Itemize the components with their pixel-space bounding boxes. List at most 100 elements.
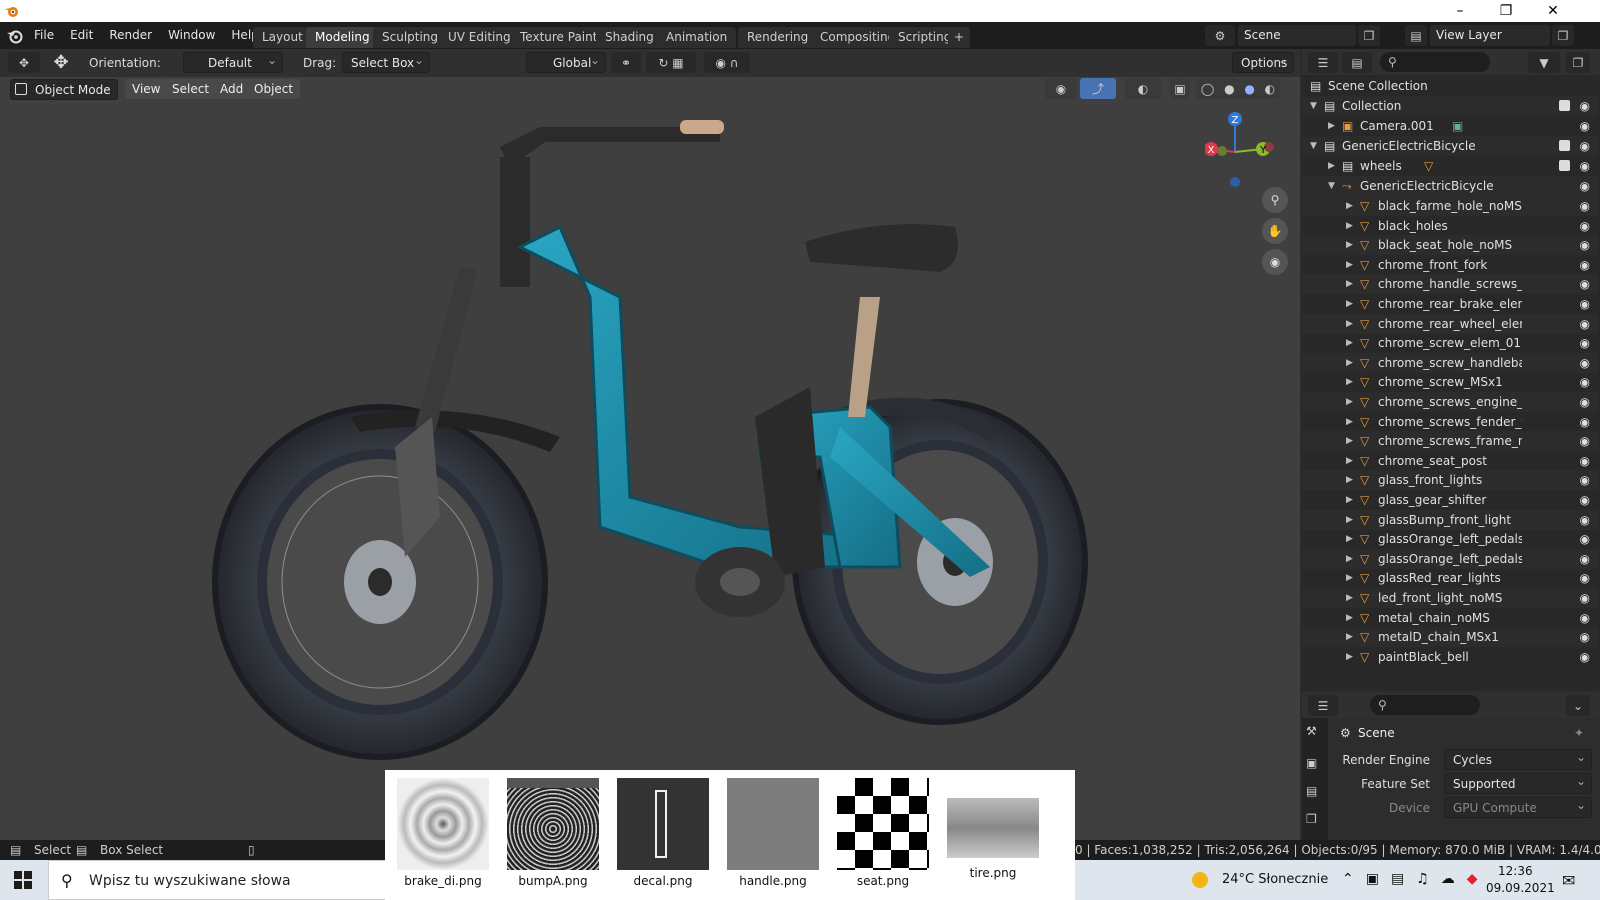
menu-render[interactable]: Render — [101, 22, 160, 49]
view-layer-field[interactable]: View Layer — [1430, 25, 1550, 46]
outliner-row-mesh[interactable]: ▶ ▽ glassOrange_left_pedals_light ◉ — [1302, 529, 1598, 549]
visibility-eye-icon[interactable]: ◉ — [1580, 412, 1590, 432]
visibility-eye-icon[interactable]: ◉ — [1580, 647, 1590, 667]
tab-modeling[interactable]: Modeling — [306, 27, 379, 48]
expand-icon[interactable]: ▶ — [1346, 608, 1353, 628]
visibility-eye-icon[interactable]: ◉ — [1580, 274, 1590, 294]
network-icon[interactable]: ▤ — [1391, 871, 1404, 887]
visibility-eye-icon[interactable]: ◉ — [1580, 294, 1590, 314]
view-layer-tab-icon[interactable]: ❐ — [1306, 812, 1317, 826]
visibility-eye-icon[interactable]: ◉ — [1580, 627, 1590, 647]
view-menu[interactable]: View — [125, 79, 168, 99]
outliner-row-mesh[interactable]: ▶ ▽ chrome_rear_wheel_elem_01 ◉ — [1302, 313, 1598, 334]
options-dropdown[interactable]: Options — [1232, 50, 1294, 73]
outliner-row-mesh[interactable]: ▶ ▽ chrome_front_fork ◉ — [1302, 255, 1598, 275]
object-menu[interactable]: Object — [247, 79, 301, 99]
expand-icon[interactable]: ▶ — [1346, 196, 1353, 216]
xray-icon[interactable]: ▣ — [1170, 78, 1190, 99]
visibility-eye-icon[interactable]: ◉ — [1580, 235, 1590, 255]
expand-icon[interactable]: ▼ — [1310, 96, 1317, 116]
expand-icon[interactable]: ▶ — [1346, 568, 1353, 588]
device-dropdown[interactable]: GPU Compute — [1444, 795, 1592, 818]
view-layer-icon[interactable]: ▤ — [1405, 25, 1427, 46]
expand-icon[interactable]: ▶ — [1346, 333, 1353, 353]
outliner-row-scene-collection[interactable]: ▤ Scene Collection — [1302, 76, 1598, 96]
tab-animation[interactable]: Animation — [657, 27, 737, 48]
outliner-row-mesh[interactable]: ▶ ▽ metalD_chain_MSx1 ◉ — [1302, 627, 1598, 648]
select-menu[interactable]: Select — [165, 79, 217, 99]
tab-layout[interactable]: Layout — [253, 27, 312, 48]
outliner-row-mesh[interactable]: ▶ ▽ chrome_screws_engine_MSx1 ◉ — [1302, 392, 1598, 412]
outliner-row-mesh[interactable]: ▶ ▽ chrome_rear_brake_elem ◉ — [1302, 294, 1598, 314]
volume-icon[interactable]: ♫ — [1416, 871, 1429, 887]
expand-icon[interactable]: ▼ — [1310, 136, 1317, 156]
electric-bicycle-model[interactable] — [200, 97, 1100, 787]
expand-icon[interactable]: ▶ — [1346, 255, 1353, 275]
thumbnail-tire[interactable]: tire.png — [943, 778, 1043, 880]
visibility-eye-icon[interactable]: ◉ — [1580, 116, 1590, 136]
outliner-row-mesh[interactable]: ▶ ▽ glassOrange_left_pedals_light ◉ — [1302, 548, 1598, 569]
visibility-eye-icon[interactable]: ◉ — [1580, 353, 1590, 373]
outliner-row-mesh[interactable]: ▶ ▽ chrome_seat_post ◉ — [1302, 451, 1598, 471]
scene-field[interactable]: Scene — [1238, 25, 1356, 46]
rendered-shading-icon[interactable]: ◐ — [1265, 82, 1275, 96]
thumbnail-brake-disc[interactable]: brake_di.png — [393, 778, 493, 888]
thumbnail-handle[interactable]: handle.png — [723, 778, 823, 888]
close-icon[interactable]: ✕ — [1530, 0, 1576, 22]
new-scene-icon[interactable]: ❐ — [1358, 25, 1380, 46]
blender-menu-icon[interactable] — [6, 27, 24, 45]
visibility-eye-icon[interactable]: ◉ — [1580, 490, 1590, 510]
tab-uv-editing[interactable]: UV Editing — [439, 27, 520, 48]
expand-icon[interactable]: ▶ — [1346, 412, 1353, 432]
proportional-editing-icon[interactable]: ◉ ∩ — [704, 52, 750, 73]
visibility-eye-icon[interactable]: ◉ — [1580, 136, 1590, 156]
expand-icon[interactable]: ▶ — [1328, 116, 1335, 136]
expand-icon[interactable]: ▶ — [1346, 588, 1353, 608]
outliner-row-collection[interactable]: ▼ ▤ Collection ◉ — [1302, 96, 1598, 116]
expand-icon[interactable]: ▶ — [1346, 510, 1353, 530]
minimize-icon[interactable]: – — [1437, 0, 1483, 22]
material-shading-icon[interactable]: ● — [1244, 82, 1254, 96]
visibility-eye-icon[interactable]: ◉ — [1580, 549, 1590, 569]
outliner-row-camera[interactable]: ▶ ▣ Camera.001 ▣ ◉ — [1302, 116, 1598, 136]
visibility-eye-icon[interactable]: ◉ — [1580, 96, 1590, 116]
tab-shading[interactable]: Shading — [596, 27, 663, 48]
expand-icon[interactable]: ▶ — [1346, 294, 1353, 314]
expand-icon[interactable]: ▶ — [1346, 647, 1353, 667]
transform-orientation-dropdown[interactable]: Global — [526, 50, 606, 73]
outliner-row-mesh[interactable]: ▶ ▽ glass_front_lights ◉ — [1302, 470, 1598, 491]
expand-icon[interactable]: ▶ — [1346, 627, 1353, 647]
outliner-row-bike-collection[interactable]: ▼ ▤ GenericElectricBicycle ◉ — [1302, 136, 1598, 156]
expand-icon[interactable]: ▶ — [1346, 451, 1353, 471]
exclude-checkbox[interactable] — [1559, 160, 1570, 171]
expand-icon[interactable]: ▶ — [1346, 353, 1353, 373]
windows-start-icon[interactable] — [14, 871, 32, 889]
expand-icon[interactable]: ▶ — [1346, 392, 1353, 412]
wireframe-shading-icon[interactable]: ◯ — [1201, 82, 1214, 96]
visibility-eye-icon[interactable]: ◉ — [1580, 608, 1590, 628]
transform-tool-icon[interactable]: ✥ — [50, 52, 72, 74]
expand-icon[interactable]: ▶ — [1346, 431, 1353, 451]
properties-editor-type-icon[interactable]: ☰ — [1308, 695, 1338, 716]
taskbar-search-box[interactable]: ⚲ Wpisz tu wyszukiwane słowa — [48, 860, 388, 900]
expand-icon[interactable]: ▶ — [1346, 274, 1353, 294]
app-tray-icon[interactable]: ◆ — [1467, 871, 1478, 887]
visibility-eye-icon[interactable]: ◉ — [1580, 568, 1590, 588]
expand-icon[interactable]: ▶ — [1346, 490, 1353, 510]
outliner-row-mesh[interactable]: ▶ ▽ chrome_handle_screws_MSx1 ◉ — [1302, 274, 1598, 295]
expand-icon[interactable]: ▶ — [1346, 235, 1353, 255]
thumbnail-decal[interactable]: decal.png — [613, 778, 713, 888]
properties-options-icon[interactable]: ⌄ — [1566, 695, 1590, 716]
outliner-row-mesh[interactable]: ▶ ▽ glassBump_front_light ◉ — [1302, 509, 1598, 530]
cloud-icon[interactable]: ☁ — [1441, 871, 1455, 887]
visibility-eye-icon[interactable]: ◉ — [1580, 588, 1590, 608]
visibility-eye-icon[interactable]: ◉ — [1580, 314, 1590, 334]
thumbnail-seat[interactable]: seat.png — [833, 778, 933, 888]
outliner-row-mesh[interactable]: ▶ ▽ black_holes ◉ — [1302, 216, 1598, 236]
expand-icon[interactable]: ▶ — [1346, 372, 1353, 392]
solid-shading-icon[interactable]: ● — [1224, 82, 1234, 96]
editor-type-icon[interactable]: ✥ — [8, 52, 40, 73]
exclude-checkbox[interactable] — [1559, 140, 1570, 151]
outliner-row-mesh[interactable]: ▶ ▽ black_farme_hole_noMS ◉ — [1302, 196, 1598, 216]
exclude-checkbox[interactable] — [1559, 100, 1570, 111]
